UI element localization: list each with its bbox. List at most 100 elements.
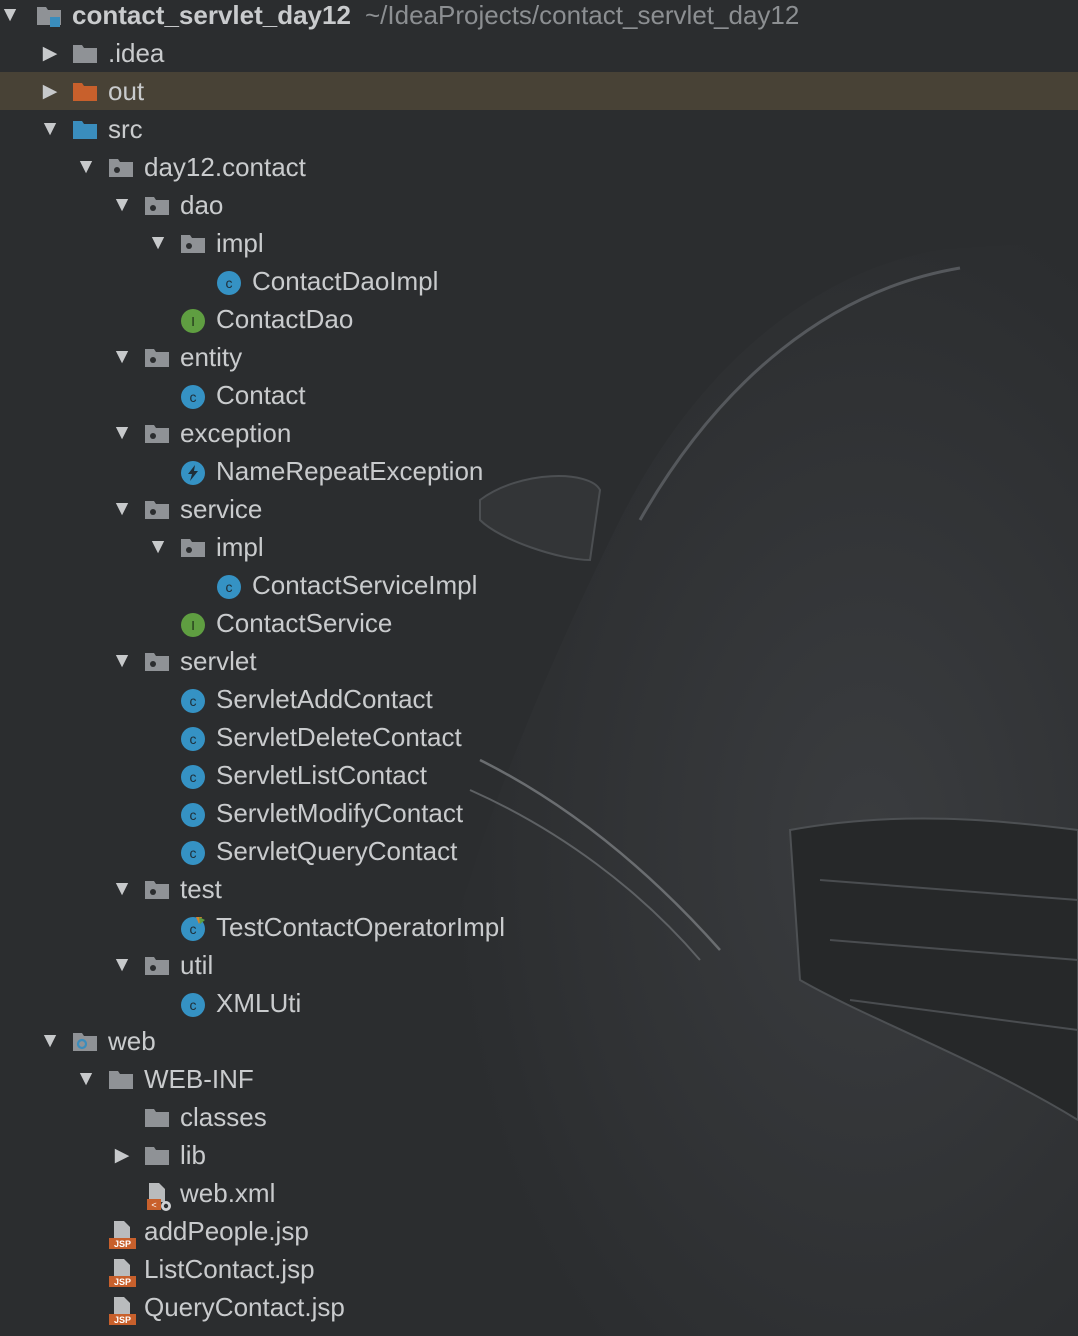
- expand-arrow-icon[interactable]: ▼: [110, 870, 134, 908]
- collapse-arrow-icon[interactable]: ▶: [38, 34, 62, 72]
- expand-arrow-icon[interactable]: ▼: [110, 186, 134, 224]
- tree-item-label: ContactService: [216, 608, 393, 638]
- svg-text:c: c: [226, 275, 233, 291]
- svg-text:c: c: [190, 769, 197, 785]
- tree-item-label: TestContactOperatorImpl: [216, 912, 506, 942]
- tree-item[interactable]: c ContactDaoImpl: [0, 262, 1078, 300]
- tree-item[interactable]: NameRepeatException: [0, 452, 1078, 490]
- package-icon: [108, 156, 134, 178]
- tree-item-label: impl: [216, 228, 264, 258]
- svg-text:c: c: [190, 845, 197, 861]
- tree-item[interactable]: ▶ .idea: [0, 34, 1078, 72]
- tree-item[interactable]: JSP ListContact.jsp: [0, 1250, 1078, 1288]
- expand-arrow-icon[interactable]: ▼: [74, 1060, 98, 1098]
- tree-item[interactable]: c ContactServiceImpl: [0, 566, 1078, 604]
- tree-item[interactable]: ▼ impl: [0, 224, 1078, 262]
- tree-item[interactable]: ▼ util: [0, 946, 1078, 984]
- tree-item[interactable]: c ServletQueryContact: [0, 832, 1078, 870]
- svg-text:c: c: [190, 807, 197, 823]
- expand-arrow-icon[interactable]: ▼: [146, 528, 170, 566]
- expand-arrow-icon[interactable]: ▼: [110, 642, 134, 680]
- class-icon: c: [180, 726, 206, 751]
- package-icon: [144, 498, 170, 520]
- tree-item[interactable]: c TestContactOperatorImpl: [0, 908, 1078, 946]
- package-icon: [144, 878, 170, 900]
- class-icon: c: [180, 802, 206, 827]
- excluded-folder-icon: [72, 80, 98, 102]
- expand-arrow-icon[interactable]: ▼: [110, 414, 134, 452]
- class-icon: c: [180, 992, 206, 1017]
- package-icon: [144, 954, 170, 976]
- tree-item[interactable]: c ServletListContact: [0, 756, 1078, 794]
- tree-item[interactable]: JSP QueryContact.jsp: [0, 1288, 1078, 1326]
- tree-item[interactable]: ▶ lib: [0, 1136, 1078, 1174]
- tree-item[interactable]: classes: [0, 1098, 1078, 1136]
- folder-icon: [144, 1144, 170, 1166]
- expand-arrow-icon[interactable]: ▼: [146, 224, 170, 262]
- class-icon: c: [180, 688, 206, 713]
- tree-item[interactable]: ▼ web: [0, 1022, 1078, 1060]
- project-tree: ▼ contact_servlet_day12 ~/IdeaProjects/con…: [0, 0, 1078, 1326]
- tree-item[interactable]: c ServletModifyContact: [0, 794, 1078, 832]
- tree-item[interactable]: c XMLUti: [0, 984, 1078, 1022]
- tree-item[interactable]: ▶ out: [0, 72, 1078, 110]
- tree-item-label: ServletAddContact: [216, 684, 433, 714]
- svg-text:c: c: [190, 693, 197, 709]
- tree-item[interactable]: ▼ WEB-INF: [0, 1060, 1078, 1098]
- tree-item-label: classes: [180, 1102, 267, 1132]
- folder-icon: [108, 1068, 134, 1090]
- tree-item[interactable]: ▼ entity: [0, 338, 1078, 376]
- tree-item[interactable]: I ContactDao: [0, 300, 1078, 338]
- tree-item[interactable]: ▼ src: [0, 110, 1078, 148]
- expand-arrow-icon[interactable]: ▼: [110, 946, 134, 984]
- tree-item[interactable]: JSP addPeople.jsp: [0, 1212, 1078, 1250]
- tree-item[interactable]: c ServletAddContact: [0, 680, 1078, 718]
- class-icon: c: [216, 574, 242, 599]
- collapse-arrow-icon[interactable]: ▶: [110, 1136, 134, 1174]
- svg-text:JSP: JSP: [114, 1239, 131, 1249]
- tree-item[interactable]: ▼ day12.contact: [0, 148, 1078, 186]
- tree-item-label: lib: [180, 1140, 207, 1170]
- project-icon: [36, 4, 62, 27]
- expand-arrow-icon[interactable]: ▼: [38, 1022, 62, 1060]
- svg-text:c: c: [190, 997, 197, 1013]
- tree-item[interactable]: c Contact: [0, 376, 1078, 414]
- tree-item[interactable]: ▼ exception: [0, 414, 1078, 452]
- xml-file-icon: <: [144, 1182, 171, 1211]
- tree-item[interactable]: ▼ test: [0, 870, 1078, 908]
- class-icon: c: [216, 270, 242, 295]
- tree-root-project[interactable]: ▼ contact_servlet_day12 ~/IdeaProjects/con…: [0, 0, 1078, 34]
- tree-item-label: .idea: [108, 38, 165, 68]
- source-folder-icon: [72, 118, 98, 140]
- package-icon: [180, 232, 206, 254]
- tree-item[interactable]: < web.xml: [0, 1174, 1078, 1212]
- expand-arrow-icon[interactable]: ▼: [0, 0, 22, 34]
- tree-item-label: dao: [180, 190, 224, 220]
- tree-item-label: test: [180, 874, 222, 904]
- tree-item[interactable]: ▼ impl: [0, 528, 1078, 566]
- tree-item-label: impl: [216, 532, 264, 562]
- tree-item-label: NameRepeatException: [216, 456, 484, 486]
- tree-item[interactable]: I ContactService: [0, 604, 1078, 642]
- tree-item[interactable]: ▼ service: [0, 490, 1078, 528]
- svg-text:c: c: [190, 731, 197, 747]
- tree-item-label: entity: [180, 342, 243, 372]
- jsp-file-icon: JSP: [108, 1220, 136, 1249]
- tree-item[interactable]: ▼ dao: [0, 186, 1078, 224]
- collapse-arrow-icon[interactable]: ▶: [38, 72, 62, 110]
- tree-item-label: ServletDeleteContact: [216, 722, 462, 752]
- tree-item-label: XMLUti: [216, 988, 302, 1018]
- tree-item-label: ServletListContact: [216, 760, 427, 790]
- tree-item-label: addPeople.jsp: [144, 1216, 309, 1246]
- expand-arrow-icon[interactable]: ▼: [38, 110, 62, 148]
- tree-item-label: ServletModifyContact: [216, 798, 464, 828]
- expand-arrow-icon[interactable]: ▼: [110, 338, 134, 376]
- tree-item-label: servlet: [180, 646, 257, 676]
- folder-icon: [144, 1106, 170, 1128]
- tree-item[interactable]: c ServletDeleteContact: [0, 718, 1078, 756]
- expand-arrow-icon[interactable]: ▼: [110, 490, 134, 528]
- tree-item[interactable]: ▼ servlet: [0, 642, 1078, 680]
- expand-arrow-icon[interactable]: ▼: [74, 148, 98, 186]
- tree-item-label: out: [108, 76, 145, 106]
- svg-text:I: I: [191, 314, 195, 329]
